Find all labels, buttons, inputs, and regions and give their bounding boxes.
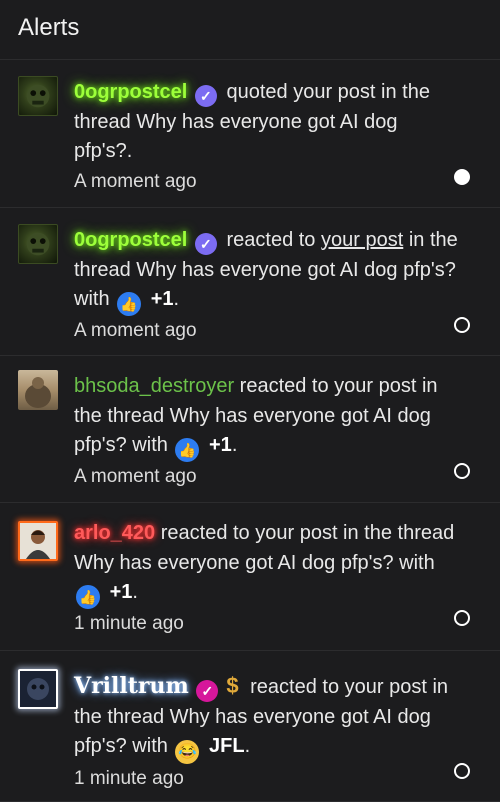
avatar[interactable]: [18, 224, 58, 264]
check-badge-icon: ✓: [194, 233, 217, 255]
alert-message-end: .: [132, 581, 138, 603]
thumbs-up-icon: 👍: [76, 585, 100, 609]
read-dot-icon[interactable]: [454, 317, 470, 333]
read-dot-icon[interactable]: [454, 763, 470, 779]
alert-message-end: .: [244, 735, 251, 757]
avatar[interactable]: [18, 521, 58, 561]
check-badge-icon: ✓: [196, 680, 219, 702]
read-dot-icon[interactable]: [454, 463, 470, 479]
alert-text: 0ogrpostcel ✓ reacted to your post in th…: [74, 226, 460, 316]
alert-message: reacted to: [226, 229, 321, 251]
reaction-label: +1: [209, 434, 232, 456]
thumbs-up-icon: 👍: [175, 438, 200, 462]
avatar[interactable]: [18, 669, 58, 709]
post-link[interactable]: your post: [321, 229, 403, 251]
reaction-label: JFL: [209, 735, 245, 757]
username-link[interactable]: 0ogrpostcel: [74, 229, 187, 251]
unread-dot-icon[interactable]: [454, 169, 470, 185]
alert-time: A moment ago: [74, 170, 197, 192]
alert-item[interactable]: bhsoda_destroyer reacted to your post in…: [0, 356, 500, 503]
username-link[interactable]: bhsoda_destroyer: [74, 375, 234, 397]
alert-message-end: .: [173, 288, 180, 310]
alert-text: Vrilltrum ✓ $ reacted to your post in the…: [74, 671, 460, 764]
username-link[interactable]: arlo_420: [74, 522, 155, 544]
alert-time: 1 minute ago: [74, 613, 184, 634]
alert-item[interactable]: 0ogrpostcel ✓ quoted your post in the th…: [0, 60, 500, 208]
alert-text: arlo_420 reacted to your post in the thr…: [74, 519, 460, 609]
alert-time: A moment ago: [74, 466, 197, 487]
page-header: Alerts: [0, 0, 500, 60]
alert-item[interactable]: Vrilltrum ✓ $ reacted to your post in the…: [0, 651, 500, 802]
check-badge-icon: ✓: [194, 85, 217, 107]
alert-text: bhsoda_destroyer reacted to your post in…: [74, 372, 460, 462]
avatar[interactable]: [18, 370, 58, 410]
dollar-icon: $: [226, 673, 239, 698]
alert-item[interactable]: 0ogrpostcel ✓ reacted to your post in th…: [0, 208, 500, 356]
alerts-list: 0ogrpostcel ✓ quoted your post in the th…: [0, 60, 500, 802]
alert-text: 0ogrpostcel ✓ quoted your post in the th…: [74, 78, 460, 167]
thumbs-up-icon: 👍: [117, 292, 142, 316]
avatar[interactable]: [18, 76, 58, 116]
tears-of-joy-emoji-icon: 😂: [175, 740, 200, 764]
reaction-label: +1: [109, 581, 133, 603]
username-link[interactable]: Vrilltrum: [74, 673, 189, 699]
username-link[interactable]: 0ogrpostcel: [74, 81, 187, 103]
read-dot-icon[interactable]: [454, 610, 470, 626]
page-title: Alerts: [18, 14, 80, 41]
alert-message-end: .: [231, 434, 238, 456]
alert-time: 1 minute ago: [74, 768, 184, 789]
alert-time: A moment ago: [74, 320, 197, 341]
reaction-label: +1: [150, 288, 174, 310]
alert-item[interactable]: arlo_420 reacted to your post in the thr…: [0, 503, 500, 651]
